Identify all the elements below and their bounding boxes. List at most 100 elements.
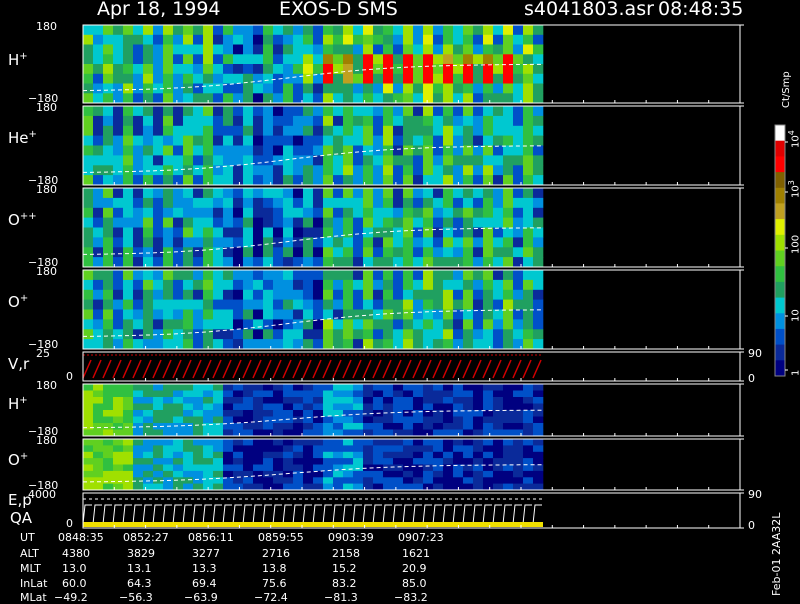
table-row-label-3: InLat	[20, 577, 48, 590]
heatmap-cell	[83, 34, 94, 45]
heatmap-cell	[363, 125, 374, 136]
heatmap-cell	[513, 188, 524, 199]
heatmap-cell	[483, 73, 494, 84]
heatmap-cell	[193, 257, 204, 268]
heatmap-cell	[483, 289, 494, 300]
heatmap-cell	[233, 188, 244, 199]
heatmap-cell	[453, 73, 464, 84]
heatmap-cell	[243, 279, 254, 291]
heatmap-cell	[393, 34, 404, 45]
heatmap-cell	[283, 397, 294, 404]
heatmap-cell	[213, 445, 224, 453]
heatmap-cell	[343, 309, 354, 320]
heatmap-cell	[223, 217, 234, 228]
heatmap-cell	[83, 477, 94, 484]
heatmap-cell	[413, 416, 424, 424]
heatmap-cell	[213, 319, 224, 330]
heatmap-cell	[233, 115, 244, 127]
heatmap-cell	[493, 106, 504, 117]
heatmap-cell	[303, 279, 314, 291]
heatmap-cell	[103, 64, 114, 75]
heatmap-cell	[353, 289, 364, 300]
heatmap-cell	[433, 270, 444, 281]
heatmap-cell	[333, 115, 344, 127]
heatmap-cell	[303, 115, 314, 127]
heatmap-cell	[483, 309, 494, 320]
heatmap-cell	[143, 445, 154, 453]
heatmap-cell	[173, 439, 184, 446]
heatmap-cell	[473, 83, 484, 94]
plot-canvas	[82, 24, 788, 529]
heatmap-cell	[313, 165, 324, 176]
heatmap-cell	[483, 416, 494, 424]
heatmap-cell	[433, 93, 444, 104]
heatmap-cell	[83, 227, 94, 238]
heatmap-cell	[213, 403, 224, 411]
heatmap-cell	[113, 34, 124, 45]
heatmap-cell	[183, 403, 194, 411]
heatmap-cell	[193, 54, 204, 65]
heatmap-cell	[413, 73, 424, 84]
heatmap-cell	[483, 197, 494, 209]
panel-6-ymax: 180	[36, 434, 57, 447]
heatmap-cell	[213, 207, 224, 218]
heatmap-cell	[103, 44, 114, 55]
heatmap-cell	[503, 451, 514, 459]
heatmap-cell	[163, 451, 174, 459]
heatmap-cell	[233, 125, 244, 136]
panel-label-3-charge: +	[19, 293, 29, 304]
heatmap-cell	[223, 115, 234, 127]
heatmap-cell	[383, 299, 394, 310]
heatmap-cell	[243, 299, 254, 310]
heatmap-cell	[283, 458, 294, 465]
heatmap-cell	[83, 451, 94, 459]
heatmap-cell	[463, 397, 474, 404]
heatmap-cell	[423, 135, 434, 146]
heatmap-cell	[123, 339, 134, 350]
heatmap-cell	[173, 106, 184, 117]
heatmap-cell	[113, 416, 124, 424]
heatmap-cell	[373, 477, 384, 484]
heatmap-cell	[193, 464, 204, 472]
heatmap-cell	[83, 289, 94, 300]
heatmap-cell	[93, 439, 104, 446]
colorbar-segment	[775, 219, 785, 236]
heatmap-cell	[513, 145, 524, 156]
colorbar-tick-exp: 3	[787, 180, 796, 186]
heatmap-cell	[523, 25, 534, 36]
heatmap-cell	[383, 483, 394, 491]
heatmap-cell	[493, 135, 504, 146]
heatmap-cell	[93, 319, 104, 330]
heatmap-cell	[333, 73, 344, 84]
heatmap-cell	[273, 279, 284, 291]
heatmap-cell	[403, 257, 414, 268]
heatmap-cell	[433, 83, 444, 94]
heatmap-cell	[173, 257, 184, 268]
heatmap-cell	[193, 329, 204, 340]
heatmap-cell	[493, 445, 504, 453]
heatmap-cell	[353, 217, 364, 228]
heatmap-cell	[123, 458, 134, 465]
heatmap-cell	[283, 339, 294, 350]
heatmap-cell	[503, 188, 514, 199]
heatmap-cell	[313, 279, 324, 291]
heatmap-cell	[243, 34, 254, 45]
colorbar-segment	[775, 344, 785, 361]
heatmap-cell	[493, 155, 504, 166]
heatmap-cell	[93, 175, 104, 186]
heatmap-cell	[143, 384, 154, 391]
heatmap-cell	[373, 451, 384, 459]
panel-label-2: O++	[8, 212, 37, 228]
heatmap-cell	[333, 319, 344, 330]
heatmap-cell	[103, 175, 114, 186]
heatmap-cell	[533, 429, 544, 437]
heatmap-cell	[113, 477, 124, 484]
heatmap-cell	[343, 106, 354, 117]
heatmap-cell	[443, 429, 454, 437]
heatmap-cell	[493, 34, 504, 45]
heatmap-cell	[373, 416, 384, 424]
heatmap-cell	[433, 135, 444, 146]
heatmap-cell	[283, 483, 294, 491]
heatmap-cell	[453, 135, 464, 146]
heatmap-cell	[163, 384, 174, 391]
